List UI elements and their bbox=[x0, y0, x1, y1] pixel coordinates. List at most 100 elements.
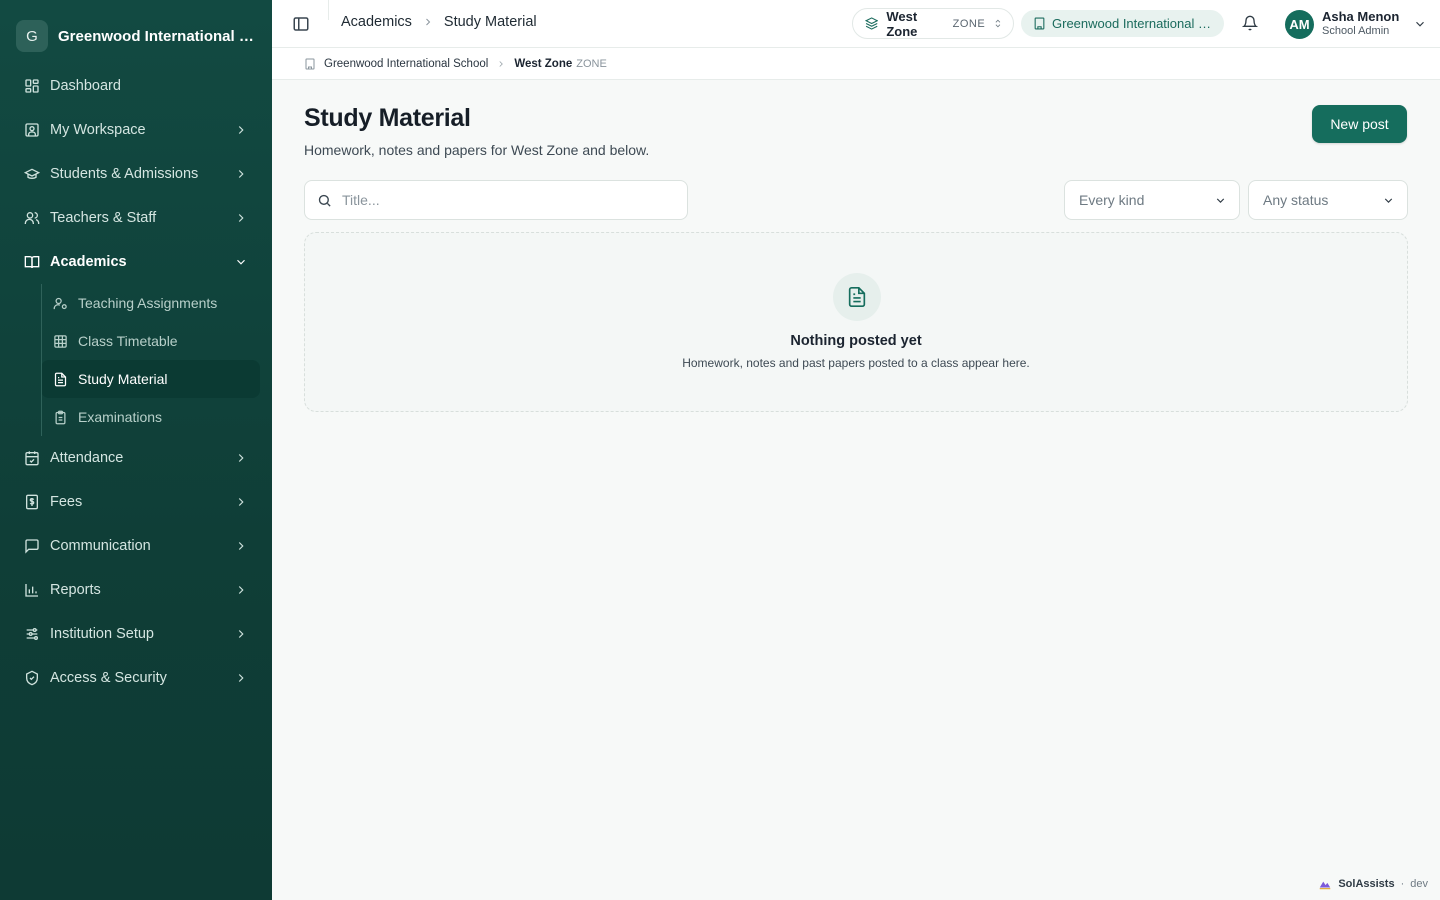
user-role: School Admin bbox=[1322, 25, 1390, 37]
sidebar-item-fees[interactable]: Fees bbox=[12, 480, 260, 524]
chevron-right-icon bbox=[238, 630, 244, 638]
bar-chart-icon bbox=[25, 584, 38, 597]
building-icon bbox=[305, 58, 315, 69]
sidebar-item-class-timetable[interactable]: Class Timetable bbox=[41, 322, 260, 360]
school-name: Greenwood International School bbox=[1052, 16, 1212, 31]
sidebar-item-label: Teaching Assignments bbox=[78, 295, 218, 311]
school-switcher[interactable]: Greenwood International School bbox=[1021, 10, 1224, 37]
page-subtitle: Homework, notes and papers for West Zone… bbox=[304, 142, 650, 158]
footer-badge: SolAssists · dev bbox=[1318, 877, 1428, 891]
sidebar-item-attendance[interactable]: Attendance bbox=[12, 436, 260, 480]
sidebar-item-label: Study Material bbox=[78, 371, 168, 387]
empty-state: Nothing posted yet Homework, notes and p… bbox=[304, 232, 1408, 412]
brand-logo: G bbox=[16, 20, 48, 52]
sidebar-item-label: Class Timetable bbox=[78, 333, 178, 349]
chevron-right-icon bbox=[238, 542, 244, 550]
solassists-logo-icon bbox=[1320, 881, 1331, 890]
message-square-icon bbox=[25, 539, 39, 554]
chevron-right-icon bbox=[238, 674, 244, 682]
sidebar-item-label: Attendance bbox=[50, 450, 124, 466]
chevron-right-icon bbox=[238, 586, 244, 594]
grid-icon bbox=[54, 334, 67, 348]
avatar: AM bbox=[1285, 9, 1314, 39]
chevron-right-icon bbox=[499, 60, 504, 67]
status-filter-value: Any status bbox=[1263, 192, 1329, 208]
breadcrumb-academics[interactable]: Academics bbox=[341, 14, 412, 30]
chevron-down-icon bbox=[1384, 197, 1393, 203]
empty-state-icon-wrap bbox=[833, 273, 881, 321]
building-icon bbox=[1034, 17, 1045, 30]
sidebar-item-examinations[interactable]: Examinations bbox=[41, 398, 260, 436]
user-menu[interactable]: AM Asha Menon School Admin bbox=[1285, 9, 1427, 39]
chevron-down-icon bbox=[1416, 21, 1425, 27]
scope-zone-tag: ZONE bbox=[576, 57, 607, 70]
sidebar-item-students-admissions[interactable]: Students & Admissions bbox=[12, 152, 260, 196]
chevron-down-icon bbox=[1216, 197, 1225, 203]
chevron-right-icon bbox=[426, 18, 431, 26]
user-cog-icon bbox=[53, 297, 67, 309]
status-filter-select[interactable]: Any status bbox=[1248, 180, 1408, 220]
dashboard-icon bbox=[25, 79, 39, 93]
breadcrumb-current: Study Material bbox=[443, 14, 537, 30]
sidebar-item-label: Institution Setup bbox=[50, 626, 154, 642]
sidebar-item-teaching-assignments[interactable]: Teaching Assignments bbox=[41, 284, 260, 322]
kind-filter-select[interactable]: Every kind bbox=[1064, 180, 1240, 220]
sidebar-item-teachers-staff[interactable]: Teachers & Staff bbox=[12, 196, 260, 240]
sidebar-item-academics[interactable]: Academics bbox=[12, 240, 260, 284]
footer-separator: · bbox=[1400, 878, 1405, 890]
sidebar-item-reports[interactable]: Reports bbox=[12, 568, 260, 612]
chevron-down-icon bbox=[237, 259, 245, 265]
search-input[interactable] bbox=[342, 192, 662, 208]
sidebar-item-label: Access & Security bbox=[50, 670, 167, 686]
chevron-right-icon bbox=[238, 126, 244, 134]
sidebar-item-access-security[interactable]: Access & Security bbox=[12, 656, 260, 700]
topbar: Academics Study Material West Zone ZONE … bbox=[272, 0, 1440, 48]
sidebar-item-label: Teachers & Staff bbox=[50, 210, 157, 226]
sidebar-item-label: Fees bbox=[50, 494, 83, 510]
user-meta: Asha Menon School Admin bbox=[1322, 9, 1399, 39]
main-content: Study Material Homework, notes and paper… bbox=[272, 80, 1440, 900]
chevron-right-icon bbox=[238, 170, 244, 178]
scope-school[interactable]: Greenwood International School bbox=[324, 58, 488, 70]
receipt-dollar-icon bbox=[26, 494, 38, 510]
zone-name: West Zone bbox=[886, 8, 918, 39]
sidebar-nav: Dashboard My Workspace Students & Admiss… bbox=[12, 64, 260, 700]
sidebar-toggle-icon[interactable] bbox=[292, 15, 310, 33]
user-name: Asha Menon bbox=[1322, 9, 1400, 24]
search-box[interactable] bbox=[304, 180, 688, 220]
sidebar: G Greenwood International School Dashboa… bbox=[0, 0, 272, 900]
workspace-icon bbox=[25, 123, 39, 137]
file-text-icon bbox=[54, 372, 67, 386]
users-icon bbox=[24, 212, 40, 224]
sidebar-item-dashboard[interactable]: Dashboard bbox=[12, 64, 260, 108]
zone-switcher[interactable]: West Zone ZONE bbox=[852, 8, 1014, 39]
topbar-breadcrumb: Academics Study Material bbox=[341, 14, 537, 30]
search-icon bbox=[318, 194, 331, 207]
chevron-right-icon bbox=[238, 454, 244, 462]
sidebar-item-communication[interactable]: Communication bbox=[12, 524, 260, 568]
graduation-cap-icon bbox=[24, 168, 40, 179]
bell-icon[interactable] bbox=[1242, 15, 1258, 31]
kind-filter-value: Every kind bbox=[1079, 192, 1145, 208]
sidebar-item-label: Academics bbox=[50, 254, 127, 270]
topbar-divider bbox=[328, 0, 329, 20]
sidebar-item-my-workspace[interactable]: My Workspace bbox=[12, 108, 260, 152]
book-open-icon bbox=[24, 256, 40, 269]
sidebar-item-label: Examinations bbox=[78, 409, 163, 425]
sidebar-item-label: Communication bbox=[50, 538, 151, 554]
layers-icon bbox=[865, 17, 879, 30]
calendar-check-icon bbox=[25, 451, 39, 466]
file-text-icon bbox=[848, 287, 866, 307]
sidebar-item-label: Reports bbox=[50, 582, 101, 598]
brand-name: Greenwood International School bbox=[58, 27, 258, 45]
chevron-right-icon bbox=[238, 498, 244, 506]
new-post-button[interactable]: New post bbox=[1312, 105, 1407, 143]
sidebar-item-institution-setup[interactable]: Institution Setup bbox=[12, 612, 260, 656]
brand[interactable]: G Greenwood International School bbox=[16, 20, 262, 52]
scope-breadcrumb: Greenwood International School West Zone… bbox=[272, 48, 1440, 80]
empty-state-title: Nothing posted yet bbox=[790, 333, 922, 349]
chevron-right-icon bbox=[238, 214, 244, 222]
sidebar-item-study-material[interactable]: Study Material bbox=[41, 360, 260, 398]
footer-env: dev bbox=[1410, 878, 1428, 890]
page-title: Study Material bbox=[304, 104, 471, 132]
